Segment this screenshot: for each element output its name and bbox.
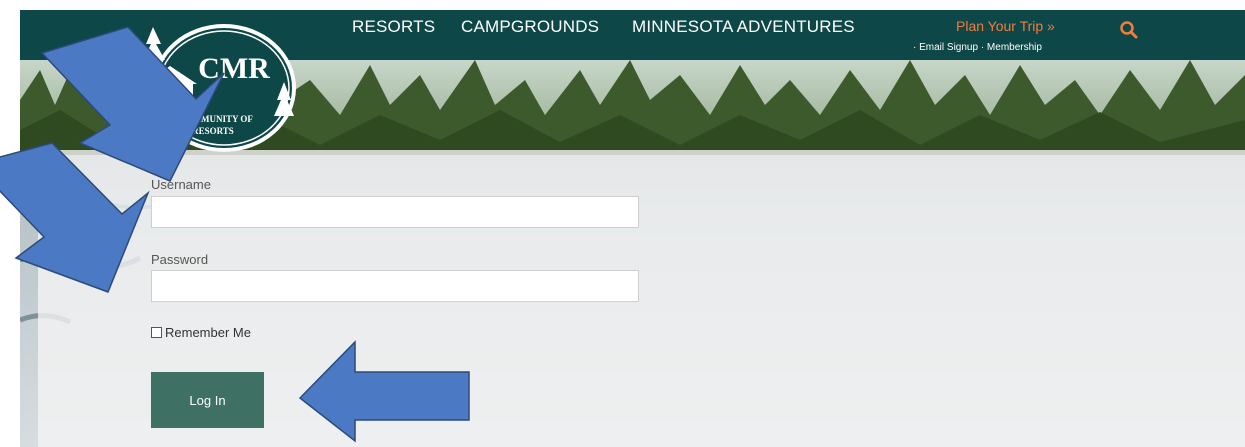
remember-me-label[interactable]: Remember Me <box>165 325 251 340</box>
membership-link[interactable]: Membership <box>987 42 1042 53</box>
log-in-button[interactable]: Log In <box>151 372 264 428</box>
password-label: Password <box>151 252 209 267</box>
page: RESORTS CAMPGROUNDS MINNESOTA ADVENTURES… <box>0 0 1245 447</box>
nav-resorts[interactable]: RESORTS <box>352 17 435 37</box>
remember-me-checkbox[interactable] <box>151 327 162 338</box>
nav-campgrounds[interactable]: CAMPGROUNDS <box>461 17 599 37</box>
email-signup-link[interactable]: Email Signup <box>919 42 978 53</box>
logo-abbr: CMR <box>198 52 270 85</box>
username-label: Username <box>151 177 211 192</box>
username-input[interactable] <box>151 196 639 228</box>
cmr-logo[interactable]: CMR COMMUNITY OF INNESOTA RESORTS <box>139 22 297 157</box>
search-icon[interactable] <box>1119 20 1139 40</box>
remember-me: Remember Me <box>151 325 251 340</box>
logo-line2: INNESOTA RESORTS <box>144 126 234 136</box>
sub-links: · Email Signup · Membership <box>913 42 1042 53</box>
password-input[interactable] <box>151 270 639 302</box>
logo-line1: COMMUNITY OF <box>179 114 253 124</box>
plan-your-trip-link[interactable]: Plan Your Trip » <box>956 18 1055 34</box>
nav-minnesota-adventures[interactable]: MINNESOTA ADVENTURES <box>632 17 855 37</box>
